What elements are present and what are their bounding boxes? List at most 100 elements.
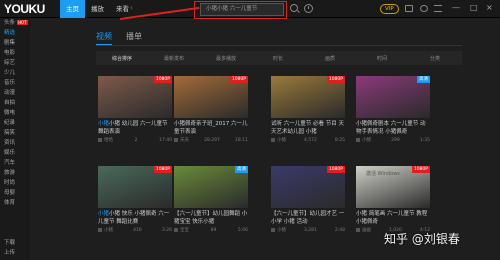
sidebar-item[interactable]: 少儿 [0, 68, 30, 78]
video-card[interactable]: 1080P 小猪小猪 幼儿园 六一儿童节 舞蹈表演 哈哈 2 17:40 [98, 76, 172, 144]
maximize-button[interactable]: □ [470, 3, 478, 12]
duration: 17:40 [159, 138, 172, 143]
quality-badge: 1080P [411, 166, 430, 173]
history-icon[interactable] [304, 4, 313, 13]
duration: 1:35 [419, 138, 430, 143]
filter-quality[interactable]: 画质 [304, 55, 356, 62]
uploader: 画画 [356, 227, 371, 234]
quality-badge: 1080P [153, 166, 172, 173]
video-title[interactable]: 小猪 简笔画 六一儿童节 教程 小猪佩奇 [356, 210, 430, 226]
view-count: 3,281 [304, 228, 317, 233]
video-thumbnail[interactable]: 1080P [271, 76, 345, 118]
filter-time[interactable]: 时间 [356, 55, 408, 62]
quality-badge: 1080P [326, 166, 345, 173]
video-card[interactable]: 1080P 小猪佩奇亲子班_2017 六一儿童节表演 天天 28,297 18:11 [174, 76, 248, 144]
sidebar-item[interactable]: 剧集 [0, 38, 30, 48]
sidebar-item-featured[interactable]: 精选 [0, 28, 30, 38]
uploader: 小猪 [98, 227, 113, 234]
windows-activation-text: 激活 Windows [366, 171, 400, 177]
search-icon[interactable] [290, 4, 298, 12]
tab-divider [96, 45, 462, 46]
tab-playlists[interactable]: 播单 [126, 31, 142, 45]
video-thumbnail[interactable]: 1080P [98, 166, 172, 208]
video-title[interactable]: 小猪佩奇亲子班_2017 六一儿童节表演 [174, 120, 248, 136]
uploader: 哈哈 [98, 137, 113, 144]
sidebar-item[interactable]: 时尚 [0, 178, 30, 188]
video-card[interactable]: 1080P 小猪小猪 快乐 小猪佩奇 六一儿童节 舞蹈比赛 小猪 416 3:26 [98, 166, 172, 234]
duration: 5:06 [237, 228, 248, 233]
video-title[interactable]: 小猪小猪 快乐 小猪佩奇 六一儿童节 舞蹈比赛 [98, 210, 172, 226]
video-meta: 宝宝 89 5:06 [174, 227, 248, 234]
video-thumbnail[interactable]: 1080P [271, 166, 345, 208]
tab-videos[interactable]: 视频 [96, 31, 112, 45]
video-title[interactable]: 【六一儿童节】幼儿园才艺 一小学 小猪 活动 [271, 210, 345, 226]
video-title[interactable]: 试听 六一儿童节 必看 节目 天天艺术幼儿园 小猪 [271, 120, 345, 136]
duration: 8:25 [334, 138, 345, 143]
sidebar-item[interactable]: 动漫 [0, 88, 30, 98]
video-meta: 天天 28,297 18:11 [174, 137, 248, 144]
video-meta: 小猪 4,572 8:25 [271, 137, 345, 144]
video-title[interactable]: 小猪小猪 幼儿园 六一儿童节 舞蹈表演 [98, 120, 172, 136]
sidebar-item[interactable]: 旅游 [0, 168, 30, 178]
uploader: 小猪 [271, 137, 286, 144]
quality-badge: 1080P [229, 76, 248, 83]
filter-category[interactable]: 分类 [408, 55, 462, 62]
quality-badge: 高清 [235, 166, 248, 173]
filter-comprehensive[interactable]: 综合排序 [96, 55, 148, 62]
sidebar-item[interactable]: 纪录 [0, 118, 30, 128]
sidebar-item[interactable]: 资讯 [0, 138, 30, 148]
quality-badge: 1080P [326, 76, 345, 83]
duration: 3:26 [161, 228, 172, 233]
back-arrow-icon[interactable]: ‹ [130, 4, 133, 12]
youku-logo[interactable]: YOUKU [4, 2, 45, 16]
sidebar-item[interactable]: 音乐 [0, 78, 30, 88]
top-nav: 主页 播放 来看 [60, 0, 135, 18]
avatar-icon[interactable] [420, 5, 428, 12]
video-thumbnail[interactable]: 1080P [98, 76, 172, 118]
video-meta: 小猪 3,281 2:48 [271, 227, 345, 234]
sidebar-item-download[interactable]: 下载 [0, 238, 15, 248]
topnav-play[interactable]: 播放 [85, 0, 110, 18]
sidebar-item[interactable]: 自拍 [0, 98, 30, 108]
sidebar-item[interactable]: 体育 [0, 198, 30, 208]
duration: 18:11 [235, 138, 248, 143]
filter-most-played[interactable]: 最多播放 [200, 55, 252, 62]
video-thumbnail[interactable]: 高清 [356, 76, 430, 118]
video-meta: 哈哈 2 17:40 [98, 137, 172, 144]
sidebar-item[interactable]: 娱乐 [0, 148, 30, 158]
video-thumbnail[interactable]: 1080P [174, 76, 248, 118]
video-card[interactable]: 1080P 【六一儿童节】幼儿园才艺 一小学 小猪 活动 小猪 3,281 2:48 [271, 166, 345, 234]
sidebar-bottom: 下载 上传 [0, 238, 15, 258]
video-card[interactable]: 高清 小猪佩奇剧本 六一儿童节 动物手表情况 小猪佩奇 小猪 299 1:35 [356, 76, 430, 144]
video-meta: 小猪 416 3:26 [98, 227, 172, 234]
message-icon[interactable] [405, 5, 413, 12]
video-title[interactable]: 【六一儿童节】幼儿园舞蹈 小猪宝宝 快乐小猪 [174, 210, 248, 226]
view-count: 416 [133, 228, 142, 233]
uploader: 小猪 [356, 137, 371, 144]
filter-bar: 综合排序 最新发布 最多播放 时长 画质 时间 分类 [96, 51, 462, 65]
sidebar: 头条 HOT 精选 剧集 电影 综艺 少儿 音乐 动漫 自拍 微电 纪录 搞笑 资… [0, 18, 30, 260]
minimize-button[interactable]: — [452, 3, 460, 12]
sidebar-item[interactable]: 母婴 [0, 188, 30, 198]
video-card[interactable]: 高清【六一儿童节】幼儿园舞蹈 小猪宝宝 快乐小猪 宝宝 89 5:06 [174, 166, 248, 234]
menu-icon[interactable] [434, 5, 442, 12]
watermark: 知乎 @刘银春 [384, 232, 460, 246]
filter-newest[interactable]: 最新发布 [148, 55, 200, 62]
video-card[interactable]: 1080P 试听 六一儿童节 必看 节目 天天艺术幼儿园 小猪 小猪 4,572 8:2… [271, 76, 345, 144]
sidebar-item[interactable]: 电影 [0, 48, 30, 58]
filter-duration[interactable]: 时长 [252, 55, 304, 62]
close-button[interactable]: × [486, 3, 493, 12]
vip-badge[interactable]: VIP [380, 4, 399, 14]
topnav-home[interactable]: 主页 [60, 0, 85, 18]
video-thumbnail[interactable]: 高清 [174, 166, 248, 208]
video-title[interactable]: 小猪佩奇剧本 六一儿童节 动物手表情况 小猪佩奇 [356, 120, 430, 136]
sidebar-item[interactable]: 综艺 [0, 58, 30, 68]
sidebar-item[interactable]: 微电 [0, 108, 30, 118]
quality-badge: 1080P [153, 76, 172, 83]
hot-badge: HOT [17, 20, 28, 25]
sidebar-item-headline[interactable]: 头条 HOT [0, 18, 30, 28]
sidebar-item[interactable]: 汽车 [0, 158, 30, 168]
sidebar-item[interactable]: 搞笑 [0, 128, 30, 138]
sidebar-item-upload[interactable]: 上传 [0, 248, 15, 258]
view-count: 28,297 [204, 138, 220, 143]
